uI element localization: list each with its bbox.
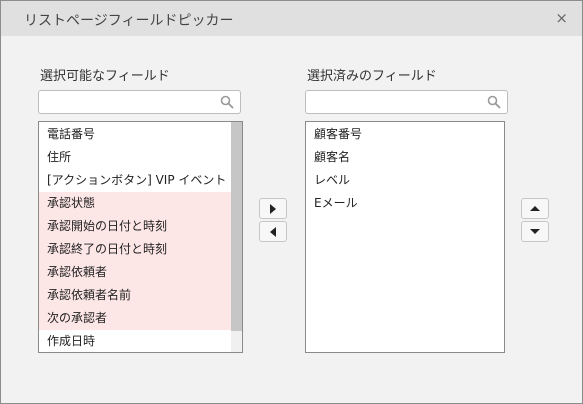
triangle-left-icon	[270, 226, 276, 237]
field-picker-dialog: リストページフィールドピッカー × 選択可能なフィールド 電話番号 住所 [アクショ…	[0, 0, 583, 404]
list-item[interactable]: 承認開始の日付と時刻	[39, 215, 231, 238]
search-icon[interactable]	[487, 95, 501, 109]
list-item[interactable]: 電話番号	[39, 123, 231, 146]
selected-fields-label: 選択済みのフィールド	[307, 69, 437, 84]
list-item[interactable]: 次の承認者	[39, 307, 231, 330]
available-fields-label: 選択可能なフィールド	[40, 69, 170, 84]
triangle-right-icon	[270, 203, 276, 214]
available-list-scrollbar[interactable]	[231, 122, 242, 352]
scrollbar-thumb[interactable]	[231, 122, 242, 331]
list-item[interactable]: 承認終了の日付と時刻	[39, 238, 231, 261]
dialog-title: リストページフィールドピッカー	[24, 13, 234, 29]
list-item[interactable]: [アクションボタン] VIP イベント	[39, 169, 231, 192]
selected-search-box[interactable]	[305, 90, 508, 114]
move-right-button[interactable]	[259, 198, 287, 219]
search-icon[interactable]	[220, 95, 234, 109]
move-down-button[interactable]	[521, 221, 549, 242]
triangle-up-icon	[530, 206, 540, 211]
list-item[interactable]: 顧客番号	[306, 123, 504, 146]
close-icon[interactable]: ×	[555, 11, 568, 26]
list-item[interactable]: 承認状態	[39, 192, 231, 215]
selected-search-input[interactable]	[312, 92, 486, 114]
list-item[interactable]: レベル	[306, 169, 504, 192]
dialog-titlebar: リストページフィールドピッカー ×	[1, 1, 582, 36]
available-search-box[interactable]	[38, 90, 241, 114]
move-left-button[interactable]	[259, 221, 287, 242]
available-search-input[interactable]	[45, 92, 219, 114]
list-item[interactable]: 顧客名	[306, 146, 504, 169]
available-fields-list[interactable]: 電話番号 住所 [アクションボタン] VIP イベント 承認状態 承認開始の日付と時刻承…	[38, 121, 243, 353]
selected-fields-list[interactable]: 顧客番号 顧客名 レベル Eメール	[305, 121, 505, 353]
move-up-button[interactable]	[521, 198, 549, 219]
list-item[interactable]: 住所	[39, 146, 231, 169]
triangle-down-icon	[530, 229, 540, 234]
list-item[interactable]: 承認依頼者名前	[39, 284, 231, 307]
list-item[interactable]: Eメール	[306, 192, 504, 215]
list-item[interactable]: 承認依頼者	[39, 261, 231, 284]
list-item[interactable]: 作成日時	[39, 330, 231, 352]
